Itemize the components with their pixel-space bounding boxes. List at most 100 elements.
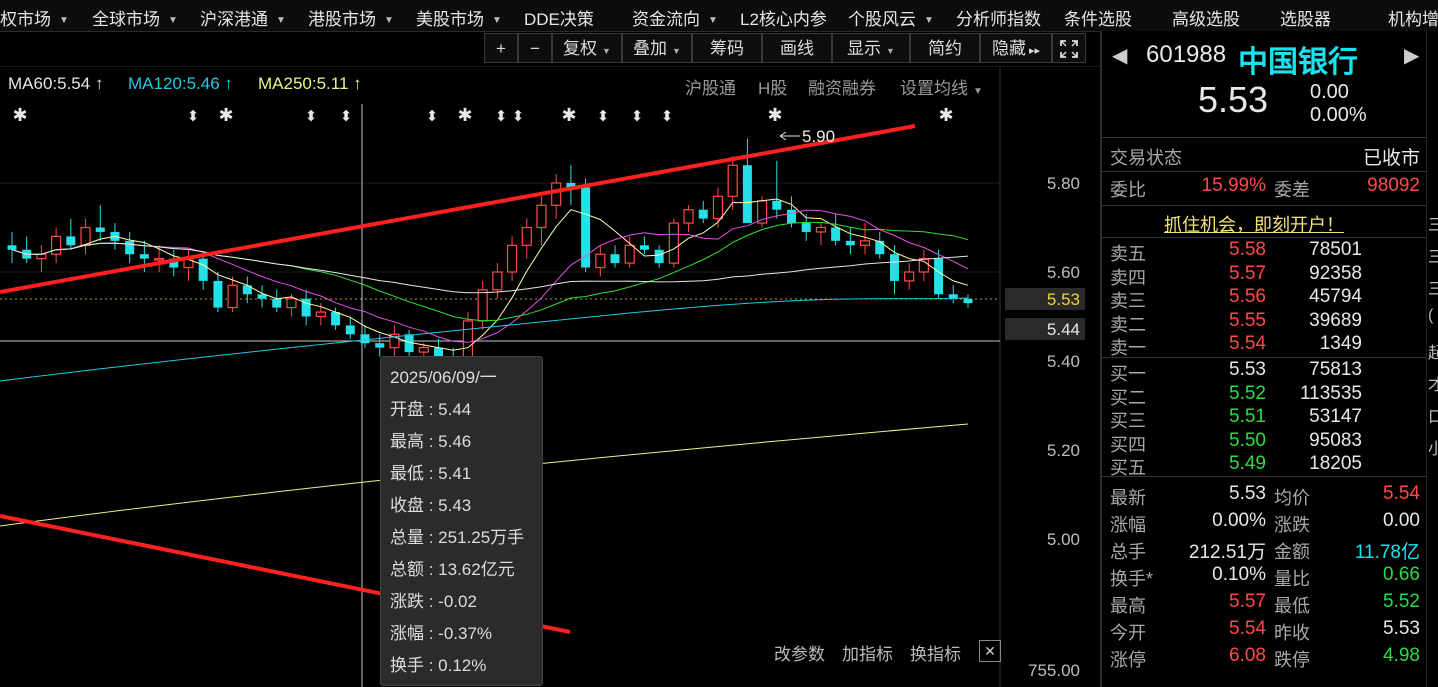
tooltip-row: 开盘 : 5.44 — [390, 399, 542, 431]
rongzi-link[interactable]: 融资融券 — [808, 74, 876, 99]
add-indicator-link[interactable]: 加指标 — [842, 640, 893, 665]
menu-item-label: L2核心内参 — [740, 10, 827, 29]
tooltip-key: 总额 — [390, 560, 424, 579]
kline-chart[interactable]: 5.80 5.60 5.40 5.20 5.00 755.00 5.53 5.44 5.90 5.… — [0, 66, 1100, 687]
book-level-volume: 39689 — [1309, 309, 1362, 331]
candle-body-down — [610, 254, 620, 264]
candle-body-up — [712, 195, 724, 220]
menu-item-3[interactable]: 港股市场 ▼ — [308, 5, 394, 30]
candle-body-up — [418, 347, 429, 353]
event-star-icon: ✱ — [938, 105, 953, 126]
menu-item-13[interactable]: 机构增 — [1388, 5, 1438, 30]
stat-value: 5.53 — [1383, 618, 1420, 639]
y-tick-label: 5.60 — [1047, 263, 1080, 282]
menu-item-7[interactable]: L2核心内参 — [740, 5, 827, 30]
set-ma-link[interactable]: 设置均线 ▼ — [900, 74, 983, 99]
chevron-down-icon: ▼ — [168, 15, 178, 27]
candle-body-up — [492, 271, 503, 291]
hgu-link[interactable]: H股 — [758, 74, 787, 99]
event-star-icon: ✱ — [457, 105, 472, 126]
candle-body-down — [360, 334, 370, 344]
menu-item-1[interactable]: 全球市场 ▼ — [92, 5, 178, 30]
ma60-legend: MA60:5.54 ↑ — [8, 74, 104, 93]
event-arrow-icon: ⬍ — [426, 107, 439, 125]
fullscreen-button[interactable] — [1052, 33, 1086, 63]
y-tick-label: 5.20 — [1047, 441, 1080, 460]
jianyue-button[interactable]: 简约 — [910, 33, 980, 63]
candle-body-down — [375, 343, 385, 348]
y-tick-label: 755.00 — [1028, 661, 1080, 680]
double-chevron-right-icon: ▸▸ — [1028, 45, 1041, 57]
book-level-price: 5.53 — [1229, 359, 1266, 380]
menu-item-12[interactable]: 选股器 — [1280, 5, 1331, 30]
stat-label: 最低 — [1274, 596, 1310, 616]
kline-chart-area[interactable]: 5.80 5.60 5.40 5.20 5.00 755.00 5.53 5.44 5.90 5.… — [0, 66, 1100, 687]
candle-body-up — [859, 240, 871, 246]
tooltip-sep: : — [424, 624, 439, 643]
chevron-down-icon: ▼ — [672, 46, 681, 56]
tooltip-sep: : — [424, 528, 439, 547]
menu-item-6[interactable]: 资金流向 ▼ — [632, 5, 718, 30]
top-menu-bar: 权市场 ▼ 全球市场 ▼ 沪深港通 ▼ 港股市场 ▼ 美股市场 ▼ DDE决策 资金流向 ▼ L2核心内参… — [0, 0, 1438, 32]
book-level-price: 5.49 — [1229, 453, 1266, 474]
menu-item-label: 机构增 — [1388, 10, 1438, 29]
status-value: 已收市 — [1362, 148, 1420, 169]
menu-item-2[interactable]: 沪深港通 ▼ — [200, 5, 286, 30]
stat-label: 换手* — [1110, 569, 1154, 589]
book-level-label: 买一 — [1110, 364, 1146, 384]
zoom-out-button[interactable]: − — [518, 33, 552, 63]
edge-glyph: 三 — [1428, 275, 1438, 299]
book-level-label: 卖四 — [1110, 267, 1146, 288]
book-level-volume: 1349 — [1319, 333, 1362, 354]
candle-tooltip: 2025/06/09/一 开盘 : 5.44 最高 : 5.46 最低 : 5.41… — [380, 356, 543, 686]
diejia-button[interactable]: 叠加 ▼ — [622, 33, 692, 63]
huaxian-button[interactable]: 画线 — [762, 33, 832, 63]
close-icon[interactable]: ✕ — [979, 640, 1001, 662]
candle-body-down — [845, 240, 855, 246]
fuquan-button[interactable]: 复权 ▼ — [552, 33, 622, 63]
tooltip-value: 5.41 — [438, 464, 472, 483]
candle-body-down — [889, 254, 899, 281]
edge-glyph: 才 — [1428, 371, 1438, 395]
menu-item-9[interactable]: 分析师指数 — [956, 5, 1041, 30]
tooltip-value: -0.02 — [438, 592, 477, 611]
edge-glyph: 起 — [1428, 339, 1438, 363]
hugutong-link[interactable]: 沪股通 — [685, 74, 736, 99]
book-level-price: 5.50 — [1229, 429, 1266, 451]
book-level-volume: 92358 — [1309, 262, 1362, 284]
menu-item-5[interactable]: DDE决策 — [524, 5, 594, 30]
candle-body-up — [624, 244, 635, 264]
menu-item-11[interactable]: 高级选股 — [1172, 5, 1240, 30]
candle-body-down — [95, 227, 105, 232]
fullscreen-icon — [1060, 40, 1078, 58]
tooltip-sep: : — [424, 560, 439, 579]
event-arrow-icon: ⬍ — [597, 107, 610, 125]
next-stock-icon[interactable]: ▶ — [1404, 43, 1419, 68]
menu-item-4[interactable]: 美股市场 ▼ — [416, 5, 502, 30]
chouma-button[interactable]: 筹码 — [692, 33, 762, 63]
xianshi-button[interactable]: 显示 ▼ — [832, 33, 910, 63]
switch-indicator-link[interactable]: 换指标 — [910, 640, 961, 665]
candle-body-up — [477, 289, 488, 322]
event-arrow-icon: ⬍ — [512, 107, 525, 125]
stat-value: 5.52 — [1383, 591, 1420, 612]
menu-item-8[interactable]: 个股风云 ▼ — [848, 5, 934, 30]
menu-item-10[interactable]: 条件选股 — [1064, 5, 1132, 30]
candle-body-down — [801, 223, 811, 232]
menu-item-label: 选股器 — [1280, 10, 1331, 29]
open-account-promo[interactable]: 抓住机会，即刻开户！ — [1164, 211, 1344, 237]
change-params-link[interactable]: 改参数 — [774, 640, 825, 665]
zoom-in-button[interactable]: + — [484, 33, 518, 63]
stat-value: 0.10% — [1212, 564, 1266, 585]
book-level-volume: 75813 — [1309, 359, 1362, 380]
candle-body-down — [772, 200, 782, 210]
tooltip-row: 总额 : 13.62亿元 — [390, 559, 542, 591]
tooltip-sep: : — [424, 400, 439, 419]
candle-body-down — [639, 245, 649, 250]
menu-item-0[interactable]: 权市场 ▼ — [0, 5, 69, 30]
prev-stock-icon[interactable]: ◀ — [1112, 43, 1127, 68]
tooltip-row: 涨跌 : -0.02 — [390, 591, 542, 623]
y-tick-label: 5.80 — [1047, 174, 1080, 193]
stat-label: 均价 — [1274, 488, 1310, 508]
yincang-button[interactable]: 隐藏 ▸▸ — [980, 33, 1052, 63]
